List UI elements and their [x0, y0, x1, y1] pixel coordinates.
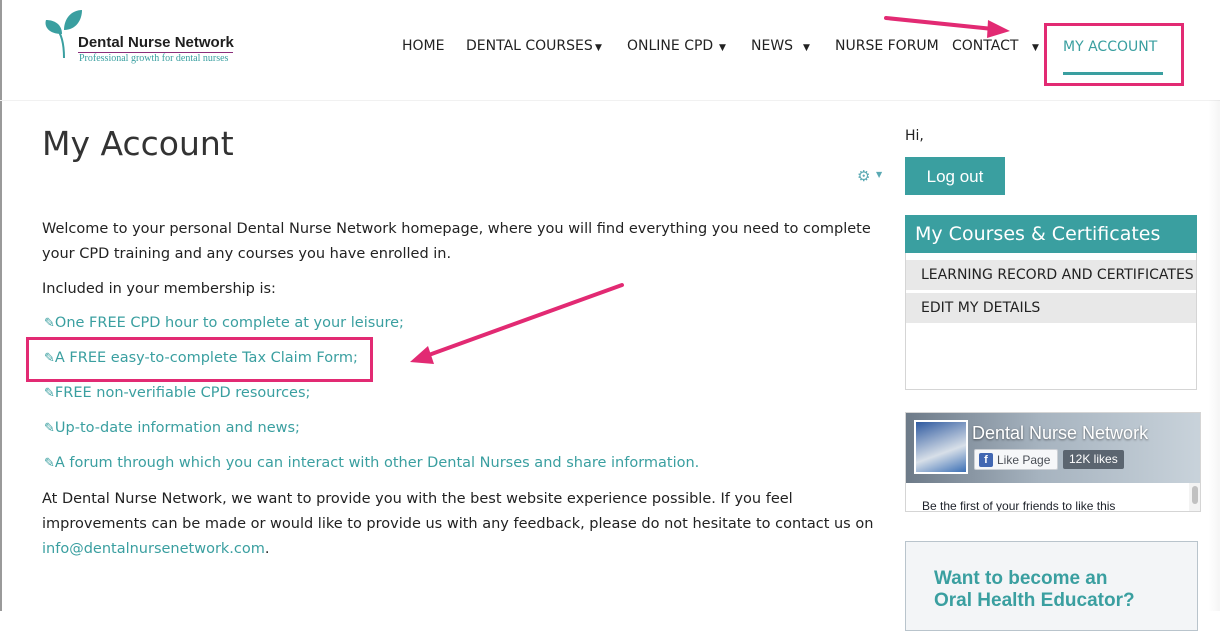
left-border: [0, 0, 2, 611]
feedback-text: At Dental Nurse Network, we want to prov…: [42, 491, 874, 557]
chevron-down-icon[interactable]: ▼: [803, 43, 810, 53]
facebook-page-name[interactable]: Dental Nurse Network: [972, 423, 1148, 444]
nav-my-account[interactable]: MY ACCOUNT: [1063, 39, 1157, 55]
facebook-page-avatar[interactable]: [914, 420, 968, 474]
header-divider: [0, 100, 1220, 101]
membership-link-forum[interactable]: ✎A forum through which you can interact …: [44, 455, 699, 471]
gear-icon[interactable]: ⚙: [857, 167, 870, 185]
nav-nurse-forum[interactable]: NURSE FORUM: [835, 38, 939, 54]
active-nav-underline: [1063, 72, 1163, 75]
logout-button[interactable]: Log out: [905, 157, 1005, 195]
included-label: Included in your membership is:: [42, 281, 276, 297]
sidebar-item-learning-record[interactable]: LEARNING RECORD AND CERTIFICATES: [906, 260, 1196, 290]
site-logo[interactable]: Dental Nurse Network Professional growth…: [42, 8, 252, 70]
facebook-friends-text: Be the first of your friends to like thi…: [922, 499, 1116, 512]
nav-home[interactable]: HOME: [402, 38, 444, 54]
logo-tagline: Professional growth for dental nurses: [79, 53, 229, 64]
nav-contact[interactable]: CONTACT: [952, 38, 1018, 54]
membership-link-news[interactable]: ✎Up-to-date information and news;: [44, 420, 300, 436]
chevron-down-icon[interactable]: ▼: [876, 170, 882, 179]
paperclip-icon: ✎: [44, 386, 55, 401]
chevron-down-icon[interactable]: ▼: [1032, 43, 1039, 53]
leaf-logo-icon: [45, 10, 82, 59]
facebook-scrollbar-thumb[interactable]: [1192, 486, 1198, 504]
my-courses-heading: My Courses & Certificates: [905, 215, 1197, 253]
logo-title: Dental Nurse Network: [78, 34, 234, 51]
facebook-page-widget[interactable]: Dental Nurse Network f Like Page 12K lik…: [905, 412, 1201, 512]
paperclip-icon: ✎: [44, 316, 55, 331]
chevron-down-icon[interactable]: ▼: [595, 43, 602, 53]
paperclip-icon: ✎: [44, 456, 55, 471]
nav-online-cpd[interactable]: ONLINE CPD: [627, 38, 713, 54]
nav-dental-courses[interactable]: DENTAL COURSES: [466, 38, 593, 54]
promo-heading[interactable]: Want to become an Oral Health Educator?: [934, 568, 1184, 612]
arrow-to-my-account: [884, 16, 1010, 38]
sidebar-item-edit-details[interactable]: EDIT MY DETAILS: [906, 293, 1196, 323]
facebook-like-button[interactable]: f Like Page: [974, 449, 1058, 470]
contact-email-link[interactable]: info@dentalnursenetwork.com: [42, 541, 265, 557]
facebook-like-count: 12K likes: [1063, 450, 1124, 469]
nav-news[interactable]: NEWS: [751, 38, 793, 54]
chevron-down-icon[interactable]: ▼: [719, 43, 726, 53]
tax-claim-highlight-box: [26, 337, 373, 382]
facebook-icon: f: [979, 453, 993, 467]
page-title: My Account: [42, 124, 234, 163]
paperclip-icon: ✎: [44, 421, 55, 436]
greeting-text: Hi,: [905, 128, 924, 144]
intro-text: Welcome to your personal Dental Nurse Ne…: [42, 221, 871, 262]
right-edge-shadow: [1208, 100, 1220, 611]
membership-link-free-cpd[interactable]: ✎One FREE CPD hour to complete at your l…: [44, 315, 404, 331]
membership-link-resources[interactable]: ✎FREE non-verifiable CPD resources;: [44, 385, 310, 401]
